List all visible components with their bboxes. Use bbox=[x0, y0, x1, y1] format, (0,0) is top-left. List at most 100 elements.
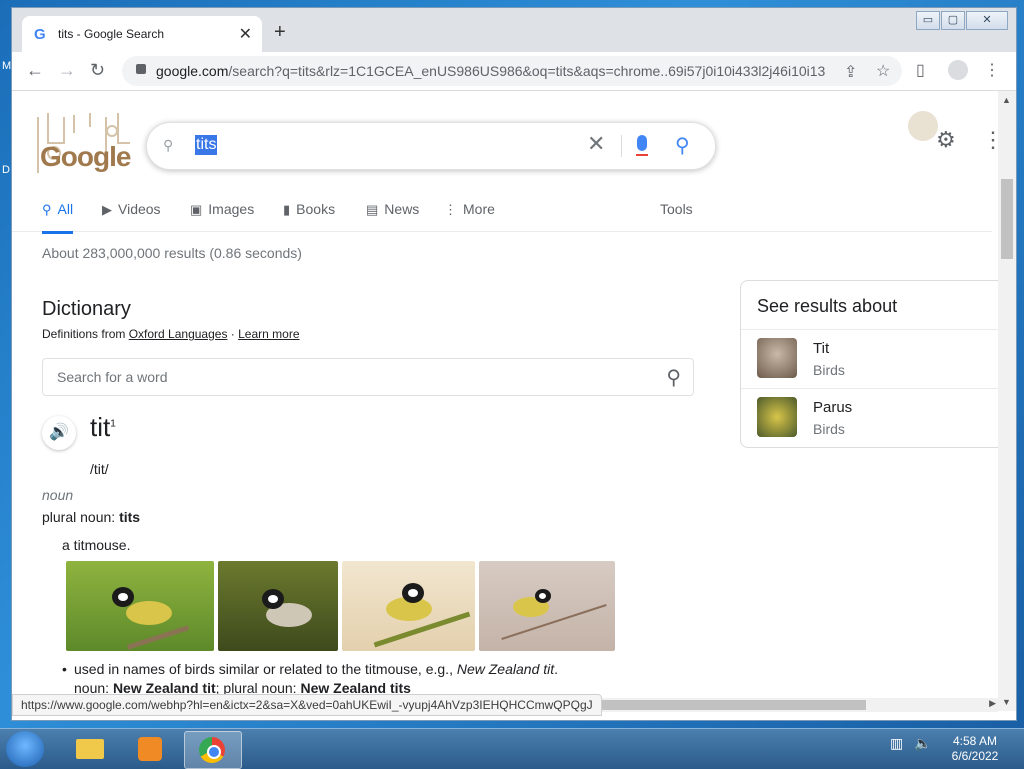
panel-item-name: Tit bbox=[813, 340, 830, 357]
pronunciation-speaker-icon[interactable]: 🔊 bbox=[42, 416, 76, 450]
parus-thumbnail bbox=[757, 397, 797, 437]
tools-button[interactable]: Tools bbox=[660, 199, 693, 231]
panel-item-category: Birds bbox=[813, 362, 845, 378]
side-panel-icon[interactable]: ▯ bbox=[916, 60, 925, 80]
search-icon: ⚲ bbox=[163, 137, 174, 153]
address-bar[interactable]: google.com/search?q=tits&rlz=1C1GCEA_enU… bbox=[122, 56, 902, 86]
panel-item-tit[interactable]: Tit Birds bbox=[741, 329, 998, 388]
bookmark-star-icon[interactable]: ☆ bbox=[876, 61, 890, 81]
panel-item-category: Birds bbox=[813, 421, 845, 437]
clear-search-icon[interactable]: ✕ bbox=[587, 133, 605, 155]
tab-more[interactable]: ⋮ More bbox=[444, 199, 495, 231]
panel-heading: See results about bbox=[757, 296, 898, 316]
link-status-bar: https://www.google.com/webhp?hl=en&ictx=… bbox=[12, 694, 602, 716]
oxford-languages-link[interactable]: Oxford Languages bbox=[129, 327, 228, 341]
account-avatar[interactable] bbox=[908, 111, 938, 141]
media-player-taskbar-button[interactable] bbox=[122, 731, 178, 767]
browser-toolbar: ← → ↻ google.com/search?q=tits&rlz=1C1GC… bbox=[12, 52, 1016, 91]
browser-tab[interactable]: G tits - Google Search ✕ bbox=[22, 16, 262, 52]
search-results-page: Google ⚲ tits ✕ ⚲ ⚙ ⋮ ⚲ All ▶ Videos ▣ Imag… bbox=[12, 91, 998, 711]
minimize-button[interactable]: ▭ bbox=[916, 11, 940, 30]
tab-images[interactable]: ▣ Images bbox=[190, 199, 254, 231]
close-tab-icon[interactable]: ✕ bbox=[239, 24, 252, 44]
google-favicon-icon: G bbox=[34, 26, 46, 43]
see-results-about-panel: See results about Tit Birds Parus Birds bbox=[740, 280, 998, 448]
network-icon[interactable]: ▥ bbox=[890, 735, 903, 752]
phonetic-spelling: /tit/ bbox=[90, 461, 109, 477]
chrome-menu-icon[interactable]: ⋮ bbox=[984, 60, 1000, 80]
scroll-down-icon[interactable]: ▼ bbox=[1002, 697, 1011, 707]
tab-news[interactable]: ▤ News bbox=[366, 199, 419, 231]
part-of-speech: noun bbox=[42, 487, 74, 503]
plural-form: plural noun: tits bbox=[42, 509, 141, 525]
lock-icon bbox=[136, 64, 146, 74]
microphone-stand-icon bbox=[636, 150, 648, 156]
search-icon[interactable]: ⚲ bbox=[666, 365, 681, 390]
chrome-taskbar-button[interactable] bbox=[184, 731, 242, 769]
title-bar: ▭ ▢ ✕ G tits - Google Search ✕ + bbox=[12, 8, 1016, 52]
google-apps-icon[interactable]: ⋮ bbox=[982, 127, 998, 153]
folder-icon bbox=[76, 739, 104, 759]
definition-sense: a titmouse. bbox=[62, 537, 131, 553]
forward-icon[interactable]: → bbox=[58, 60, 76, 81]
tab-books[interactable]: ▮ Books bbox=[283, 199, 335, 231]
tab-all[interactable]: ⚲ All bbox=[42, 199, 74, 234]
search-input[interactable]: tits bbox=[195, 135, 218, 155]
taskbar: ▥ 🔈 4:58 AM 6/6/2022 bbox=[0, 728, 1024, 769]
bird-image[interactable] bbox=[342, 561, 475, 651]
desktop-icon-label-fragment: D bbox=[2, 164, 10, 176]
maximize-button[interactable]: ▢ bbox=[941, 11, 965, 30]
back-icon[interactable]: ← bbox=[26, 60, 44, 81]
bird-image[interactable] bbox=[479, 561, 615, 651]
headword: tit1 bbox=[90, 412, 116, 442]
scroll-thumb[interactable] bbox=[1001, 179, 1013, 259]
search-divider bbox=[621, 135, 622, 157]
bird-image[interactable] bbox=[66, 561, 214, 651]
more-vert-icon: ⋮ bbox=[444, 202, 457, 217]
google-doodle-logo[interactable]: Google bbox=[34, 113, 134, 183]
panel-item-name: Parus bbox=[813, 399, 853, 416]
news-icon: ▤ bbox=[366, 202, 379, 217]
word-search-field[interactable]: Search for a word ⚲ bbox=[42, 358, 694, 396]
chrome-icon-center bbox=[207, 745, 221, 759]
learn-more-link[interactable]: Learn more bbox=[238, 327, 299, 341]
bird-image[interactable] bbox=[218, 561, 338, 651]
settings-gear-icon[interactable]: ⚙ bbox=[936, 127, 956, 153]
profile-icon[interactable] bbox=[948, 60, 968, 80]
scroll-right-icon[interactable]: ▶ bbox=[989, 698, 996, 709]
system-clock[interactable]: 4:58 AM 6/6/2022 bbox=[940, 734, 1010, 764]
browser-window: ▭ ▢ ✕ G tits - Google Search ✕ + ← → ↻ g… bbox=[12, 8, 1016, 720]
search-icon: ⚲ bbox=[42, 202, 52, 217]
image-icon: ▣ bbox=[190, 202, 203, 217]
clock-date: 6/6/2022 bbox=[951, 749, 999, 763]
search-submit-icon[interactable]: ⚲ bbox=[675, 133, 690, 158]
close-window-button[interactable]: ✕ bbox=[966, 11, 1008, 30]
video-icon: ▶ bbox=[102, 202, 112, 217]
scroll-up-icon[interactable]: ▲ bbox=[1002, 95, 1011, 105]
panel-item-parus[interactable]: Parus Birds bbox=[741, 388, 998, 447]
scroll-thumb[interactable] bbox=[602, 700, 866, 710]
dictionary-heading: Dictionary bbox=[42, 298, 131, 320]
new-tab-button[interactable]: + bbox=[274, 22, 286, 42]
share-icon[interactable]: ⇪ bbox=[844, 62, 857, 82]
file-explorer-taskbar-button[interactable] bbox=[62, 731, 118, 767]
definition-sense: used in names of birds similar or relate… bbox=[62, 661, 558, 677]
search-box[interactable]: ⚲ tits ✕ ⚲ bbox=[146, 122, 716, 170]
dictionary-source: Definitions from Oxford Languages · Lear… bbox=[42, 327, 300, 341]
result-stats: About 283,000,000 results (0.86 seconds) bbox=[42, 245, 302, 261]
horizontal-scrollbar[interactable]: ▶ bbox=[602, 698, 998, 712]
start-button[interactable] bbox=[6, 731, 44, 767]
vertical-scrollbar[interactable]: ▲ ▼ bbox=[998, 91, 1016, 711]
tab-videos[interactable]: ▶ Videos bbox=[102, 199, 161, 231]
desktop-icon-label-fragment: M bbox=[2, 60, 12, 72]
tit-thumbnail bbox=[757, 338, 797, 378]
microphone-icon[interactable] bbox=[637, 135, 647, 151]
clock-time: 4:58 AM bbox=[952, 734, 998, 748]
volume-icon[interactable]: 🔈 bbox=[914, 735, 931, 752]
tab-title: tits - Google Search bbox=[58, 27, 165, 41]
reload-icon[interactable]: ↻ bbox=[90, 60, 105, 81]
url-text: google.com/search?q=tits&rlz=1C1GCEA_enU… bbox=[156, 63, 826, 79]
homograph-number: 1 bbox=[110, 418, 116, 430]
media-player-icon bbox=[138, 737, 162, 761]
word-search-placeholder: Search for a word bbox=[57, 369, 168, 385]
